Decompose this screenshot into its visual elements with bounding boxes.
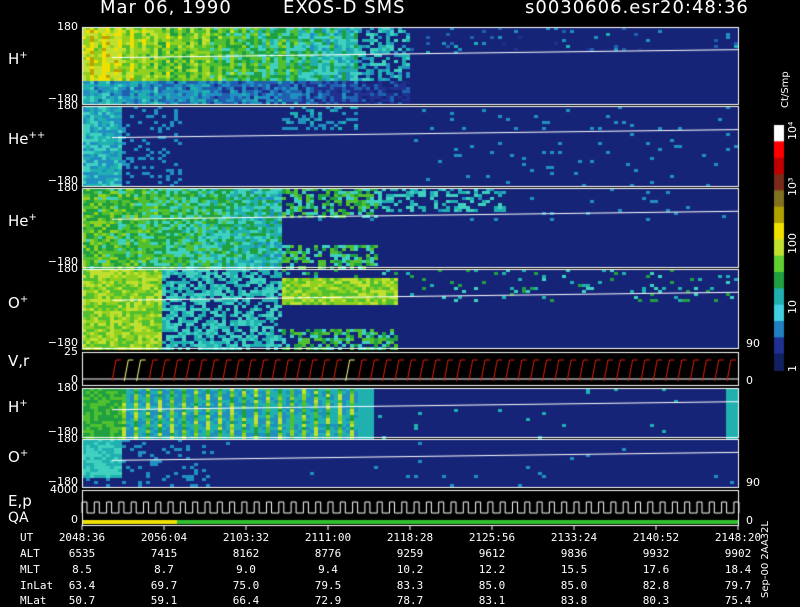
panel-label-5: H+	[8, 398, 28, 416]
table-cell: 2056:04	[140, 531, 188, 544]
file-name: s0030606.esr	[525, 0, 661, 18]
colorbar-unit-label: Ct/Smp	[780, 71, 791, 108]
table-cell: 9259	[396, 547, 424, 560]
panel-label-6: O+	[8, 448, 29, 466]
panel-label-0: H+	[8, 50, 28, 68]
panel-label-3: O+	[8, 294, 29, 312]
table-row-label: MLat	[20, 594, 47, 607]
panel-ytick-top: 25	[64, 345, 78, 358]
table-cell: 79.5	[314, 579, 342, 592]
panel-right-tick: 90	[746, 337, 760, 350]
table-cell: 10.2	[396, 563, 424, 576]
spectrogram-canvas	[0, 0, 800, 600]
panel-ytick-top: 180	[57, 381, 78, 394]
table-cell: 9932	[642, 547, 670, 560]
table-cell: 82.8	[642, 579, 670, 592]
table-row-label: InLat	[20, 579, 54, 592]
table-cell: 63.4	[68, 579, 96, 592]
table-cell: 85.0	[560, 579, 588, 592]
table-cell: 8162	[232, 547, 260, 560]
panel-ytick-bottom: 0	[71, 513, 78, 526]
panel-ytick-top: 180	[57, 432, 78, 445]
colorbar-tick-label: 10	[786, 300, 799, 314]
table-cell: 83.3	[396, 579, 424, 592]
colorbar-tick-label: 10⁴	[786, 121, 799, 140]
table-cell: 6535	[68, 547, 96, 560]
panel-label-1: He++	[8, 130, 46, 148]
colorbar-tick-label: 1	[786, 365, 799, 372]
table-cell: 2125:56	[468, 531, 516, 544]
table-cell: 9.4	[318, 563, 338, 576]
panel-ytick-top: 180	[57, 99, 78, 112]
panel-ytick-top: 4000	[50, 483, 78, 496]
plot-date: Mar 06, 1990	[100, 0, 232, 18]
table-cell: 8776	[314, 547, 342, 560]
panel-ytick-top: 180	[57, 20, 78, 33]
table-cell: 66.4	[232, 594, 260, 607]
panel-label-7: E,p	[8, 492, 32, 510]
table-cell: 2148:20	[714, 531, 762, 544]
table-cell: 18.4	[724, 563, 752, 576]
panel-label-qa: QA	[8, 510, 29, 526]
table-cell: 17.6	[642, 563, 670, 576]
table-cell: 2118:28	[386, 531, 434, 544]
table-row-label: UT	[20, 531, 34, 544]
instrument-title: EXOS-D SMS	[283, 0, 406, 18]
panel-label-2: He+	[8, 212, 37, 230]
panel-ytick-top: 180	[57, 262, 78, 275]
table-cell: 9836	[560, 547, 588, 560]
table-cell: 9612	[478, 547, 506, 560]
table-cell: 80.3	[642, 594, 670, 607]
table-cell: 59.1	[150, 594, 178, 607]
colorbar-tick-label: 10³	[786, 177, 799, 196]
panel-right-tick: 0	[746, 514, 753, 527]
table-cell: 8.7	[154, 563, 174, 576]
table-cell: 7415	[150, 547, 178, 560]
table-cell: 9.0	[236, 563, 256, 576]
table-cell: 2103:32	[222, 531, 270, 544]
table-cell: 83.1	[478, 594, 506, 607]
table-cell: 69.7	[150, 579, 178, 592]
table-cell: 85.0	[478, 579, 506, 592]
table-cell: 2111:00	[304, 531, 352, 544]
table-row-label: ALT	[20, 547, 40, 560]
table-cell: 50.7	[68, 594, 96, 607]
table-cell: 9902	[724, 547, 752, 560]
table-cell: 75.0	[232, 579, 260, 592]
table-cell: 12.2	[478, 563, 506, 576]
table-cell: 2048:36	[58, 531, 106, 544]
plot-time: 20:48:36	[660, 0, 749, 18]
table-cell: 75.4	[724, 594, 752, 607]
panel-right-tick: 0	[746, 374, 753, 387]
table-cell: 83.8	[560, 594, 588, 607]
colorbar-tick-label: 100	[786, 233, 799, 254]
table-row-label: MLT	[20, 563, 40, 576]
table-cell: 2140:52	[632, 531, 680, 544]
panel-label-4: V,r	[8, 352, 30, 370]
panel-ytick-top: 180	[57, 181, 78, 194]
table-cell: 2133:24	[550, 531, 598, 544]
table-cell: 78.7	[396, 594, 424, 607]
table-cell: 79.7	[724, 579, 752, 592]
table-cell: 8.5	[72, 563, 92, 576]
panel-right-tick: 90	[746, 476, 760, 489]
table-cell: 72.9	[314, 594, 342, 607]
table-cell: 15.5	[560, 563, 588, 576]
